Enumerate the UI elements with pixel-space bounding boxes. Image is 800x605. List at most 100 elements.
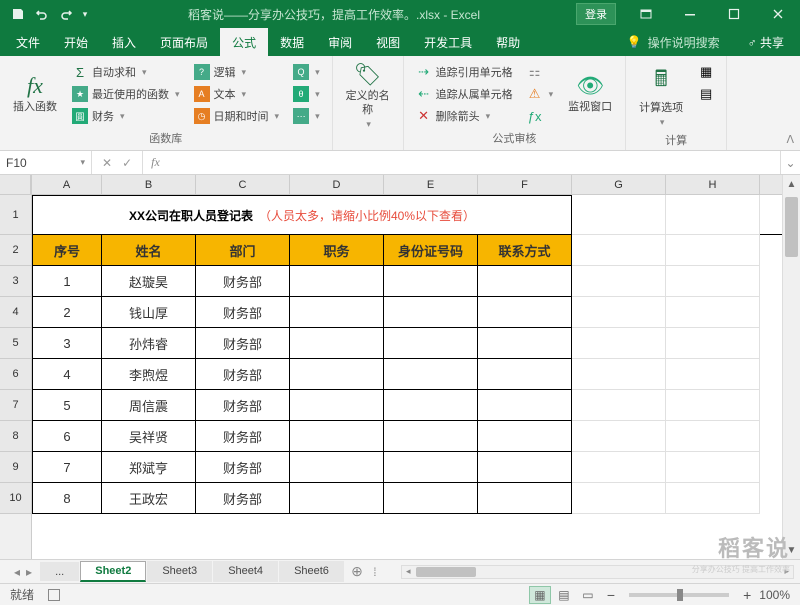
header-cell[interactable]: 身份证号码 (384, 235, 478, 266)
vertical-scrollbar[interactable]: ▲ ▼ (782, 175, 800, 559)
recent-functions-button[interactable]: ★最近使用的函数▾ (68, 84, 184, 104)
zoom-slider[interactable] (629, 593, 729, 597)
name-box[interactable]: F10▾ (0, 151, 92, 174)
horizontal-scrollbar[interactable]: ◂ ▸ (401, 565, 794, 579)
data-cell[interactable]: 7 (32, 452, 102, 483)
data-cell[interactable]: 6 (32, 421, 102, 452)
grid[interactable]: XX公司在职人员登记表（人员太多，请缩小比例40%以下查看）序号姓名部门职务身份… (32, 195, 782, 514)
data-cell[interactable] (290, 266, 384, 297)
col-header-F[interactable]: F (478, 175, 572, 194)
data-cell[interactable] (384, 297, 478, 328)
data-cell[interactable] (384, 483, 478, 514)
zoom-thumb[interactable] (677, 589, 683, 601)
fx-icon[interactable]: fx (143, 155, 168, 170)
tab-nav[interactable]: ◂▸ (6, 565, 40, 579)
col-header-A[interactable]: A (32, 175, 102, 194)
tab-help[interactable]: 帮助 (484, 28, 532, 57)
data-cell[interactable]: 财务部 (196, 452, 290, 483)
redo-button[interactable] (54, 2, 78, 26)
zoom-in-button[interactable]: + (743, 587, 751, 603)
close-button[interactable] (756, 0, 800, 28)
hscroll-thumb[interactable] (416, 567, 476, 577)
formula-bar[interactable] (168, 156, 780, 170)
sheet-tab-prev[interactable]: ... (40, 562, 79, 581)
vscroll-thumb[interactable] (785, 197, 798, 257)
cancel-formula-button[interactable]: ✕ (102, 156, 112, 170)
trace-precedents-button[interactable]: ⇢追踪引用单元格 (412, 62, 517, 82)
data-cell[interactable] (290, 297, 384, 328)
tab-developer[interactable]: 开发工具 (412, 28, 484, 57)
row-header-3[interactable]: 3 (0, 266, 31, 297)
data-cell[interactable]: 财务部 (196, 390, 290, 421)
data-cell[interactable]: 郑斌亨 (102, 452, 196, 483)
datetime-button[interactable]: ◷日期和时间▾ (190, 106, 284, 126)
data-cell[interactable]: 4 (32, 359, 102, 390)
row-header-1[interactable]: 1 (0, 195, 31, 235)
data-cell[interactable]: 王政宏 (102, 483, 196, 514)
header-cell[interactable]: 职务 (290, 235, 384, 266)
data-cell[interactable]: 8 (32, 483, 102, 514)
autosum-button[interactable]: Σ自动求和▾ (68, 62, 184, 82)
data-cell[interactable] (384, 390, 478, 421)
data-cell[interactable] (478, 297, 572, 328)
tab-insert[interactable]: 插入 (100, 28, 148, 57)
data-cell[interactable] (290, 421, 384, 452)
ribbon-options-button[interactable] (624, 0, 668, 28)
row-header-10[interactable]: 10 (0, 483, 31, 514)
sheet-tab-Sheet4[interactable]: Sheet4 (213, 561, 278, 582)
more-functions-button[interactable]: ⋯▾ (289, 106, 324, 126)
row-header-9[interactable]: 9 (0, 452, 31, 483)
tab-view[interactable]: 视图 (364, 28, 412, 57)
undo-button[interactable] (30, 2, 54, 26)
login-button[interactable]: 登录 (576, 3, 616, 25)
page-break-view-button[interactable]: ▭ (577, 586, 599, 604)
expand-formula-bar-button[interactable]: ⌄ (780, 151, 800, 174)
data-cell[interactable] (290, 483, 384, 514)
col-header-E[interactable]: E (384, 175, 478, 194)
macro-record-icon[interactable] (48, 589, 60, 601)
header-cell[interactable]: 姓名 (102, 235, 196, 266)
row-header-7[interactable]: 7 (0, 390, 31, 421)
data-cell[interactable] (478, 390, 572, 421)
data-cell[interactable]: 3 (32, 328, 102, 359)
header-cell[interactable]: 联系方式 (478, 235, 572, 266)
qat-customize[interactable]: ▾ (78, 2, 92, 26)
save-button[interactable] (6, 2, 30, 26)
tell-me-search[interactable]: 💡操作说明搜索 (615, 34, 732, 51)
zoom-level[interactable]: 100% (759, 588, 790, 602)
col-header-H[interactable]: H (666, 175, 760, 194)
zoom-out-button[interactable]: − (607, 587, 615, 603)
data-cell[interactable] (290, 359, 384, 390)
data-cell[interactable] (290, 328, 384, 359)
calc-sheet-button[interactable]: ▤ (694, 84, 718, 104)
data-cell[interactable]: 1 (32, 266, 102, 297)
calc-now-button[interactable]: ▦ (694, 62, 718, 82)
sheet-tab-Sheet3[interactable]: Sheet3 (147, 561, 212, 582)
row-header-2[interactable]: 2 (0, 235, 31, 266)
data-cell[interactable] (478, 421, 572, 452)
page-layout-view-button[interactable]: ▤ (553, 586, 575, 604)
tab-data[interactable]: 数据 (268, 28, 316, 57)
text-button[interactable]: A文本▾ (190, 84, 284, 104)
data-cell[interactable]: 周信震 (102, 390, 196, 421)
data-cell[interactable]: 财务部 (196, 297, 290, 328)
normal-view-button[interactable]: ▦ (529, 586, 551, 604)
sheet-tab-Sheet2[interactable]: Sheet2 (80, 561, 146, 582)
data-cell[interactable]: 钱山厚 (102, 297, 196, 328)
minimize-button[interactable] (668, 0, 712, 28)
tab-formulas[interactable]: 公式 (220, 28, 268, 57)
data-cell[interactable] (384, 328, 478, 359)
confirm-formula-button[interactable]: ✓ (122, 156, 132, 170)
tab-layout[interactable]: 页面布局 (148, 28, 220, 57)
show-formulas-button[interactable]: ⚏ (523, 62, 558, 82)
error-checking-button[interactable]: ⚠▾ (523, 84, 558, 104)
col-header-C[interactable]: C (196, 175, 290, 194)
data-cell[interactable]: 2 (32, 297, 102, 328)
data-cell[interactable] (478, 359, 572, 390)
defined-names-button[interactable]: 🏷 定义的名称 ▾ (341, 60, 395, 132)
evaluate-formula-button[interactable]: ƒx (523, 106, 558, 126)
new-sheet-button[interactable]: ⊕ (345, 563, 369, 580)
remove-arrows-button[interactable]: ✕删除箭头▾ (412, 106, 517, 126)
data-cell[interactable] (384, 266, 478, 297)
tab-review[interactable]: 审阅 (316, 28, 364, 57)
